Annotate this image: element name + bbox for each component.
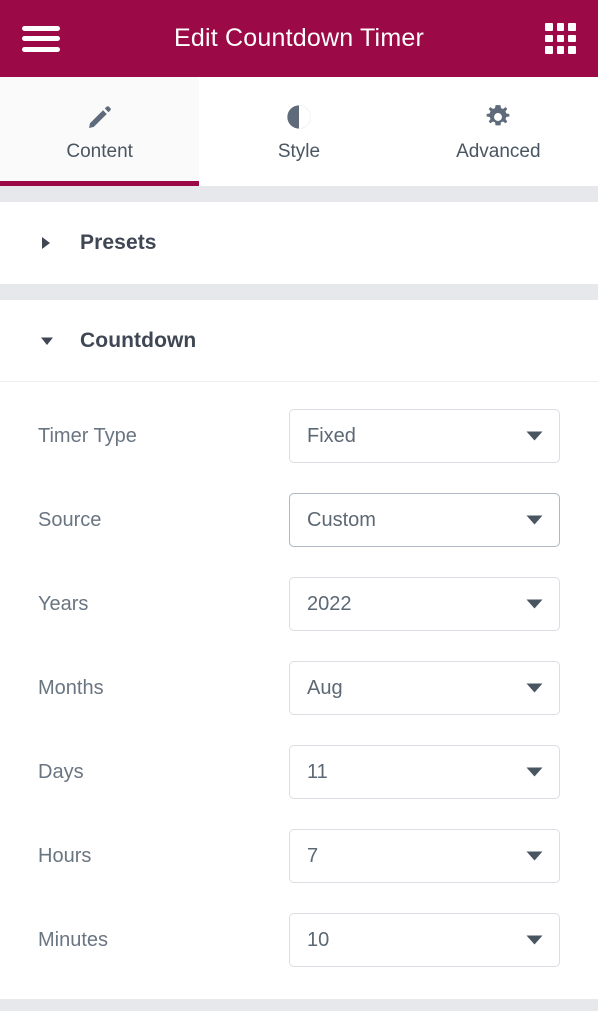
tab-label: Content [66,141,133,162]
timer-type-select[interactable]: Fixed [289,409,560,463]
page-title: Edit Countdown Timer [174,24,424,52]
field-label: Timer Type [38,424,137,447]
chevron-down-icon [40,335,56,347]
hours-select[interactable]: 7 [289,829,560,883]
grid-cell [545,46,553,54]
field-row-hours: Hours 7 [0,814,598,898]
editor-tabs: Content Style Advanced [0,77,598,186]
pencil-icon [86,102,114,132]
select-value: Fixed [307,425,356,447]
chevron-right-icon [40,236,56,250]
countdown-controls: Timer Type Fixed Source Custom Years 202… [0,382,598,982]
field-row-months: Months Aug [0,646,598,730]
section-title: Countdown [80,328,197,352]
field-label: Years [38,592,89,615]
grid-cell [556,34,565,43]
field-label: Source [38,508,102,531]
tab-style[interactable]: Style [199,77,399,186]
grid-cell [568,34,576,43]
chevron-down-icon [526,599,543,609]
grid-cell [568,23,576,31]
hamburger-bar [22,25,60,31]
section-title: Presets [80,231,157,254]
chevron-down-icon [526,683,543,693]
tab-label: Advanced [456,141,541,162]
section-divider [0,284,598,300]
tab-content[interactable]: Content [0,77,200,186]
app-header: Edit Countdown Timer [0,0,598,77]
field-row-minutes: Minutes 10 [0,898,598,982]
grid-cell [556,23,565,31]
months-select[interactable]: Aug [289,661,560,715]
minutes-select[interactable]: 10 [289,913,560,967]
grid-cell [556,46,565,54]
chevron-down-icon [526,851,543,861]
hamburger-menu-icon[interactable] [22,24,60,54]
select-value: 10 [307,929,330,951]
field-label: Days [38,760,84,783]
chevron-down-icon [526,935,543,945]
select-value: 2022 [307,593,352,615]
field-row-days: Days 11 [0,730,598,814]
panel-body: Presets Countdown Timer Type Fixed Sourc… [0,186,598,1011]
select-value: 7 [307,845,319,867]
chevron-down-icon [526,767,543,777]
gear-icon [484,102,512,132]
contrast-icon [285,102,313,132]
grid-cell [568,46,576,54]
days-select[interactable]: 11 [289,745,560,799]
years-select[interactable]: 2022 [289,577,560,631]
hamburger-bar [22,36,60,41]
chevron-down-icon [526,515,543,525]
field-label: Minutes [38,928,109,951]
tab-label: Style [277,141,321,162]
select-value: Custom [307,509,376,531]
source-select[interactable]: Custom [289,493,560,547]
section-presets[interactable]: Presets [0,202,598,284]
select-value: 11 [307,761,328,783]
field-label: Hours [38,844,92,867]
grid-cell [545,34,553,43]
hamburger-bar [22,46,60,52]
field-label: Months [38,676,104,699]
field-row-source: Source Custom [0,478,598,562]
select-value: Aug [307,677,343,699]
grid-apps-icon[interactable] [545,23,576,54]
tab-advanced[interactable]: Advanced [398,77,598,186]
field-row-years: Years 2022 [0,562,598,646]
countdown-timer-editor-panel: Edit Countdown Timer Content Style Advan… [0,0,598,1011]
section-countdown[interactable]: Countdown [0,300,598,382]
field-row-timer-type: Timer Type Fixed [0,394,598,478]
section-divider [0,186,598,202]
chevron-down-icon [526,431,543,441]
grid-cell [545,23,553,31]
section-divider-bottom [0,999,598,1011]
